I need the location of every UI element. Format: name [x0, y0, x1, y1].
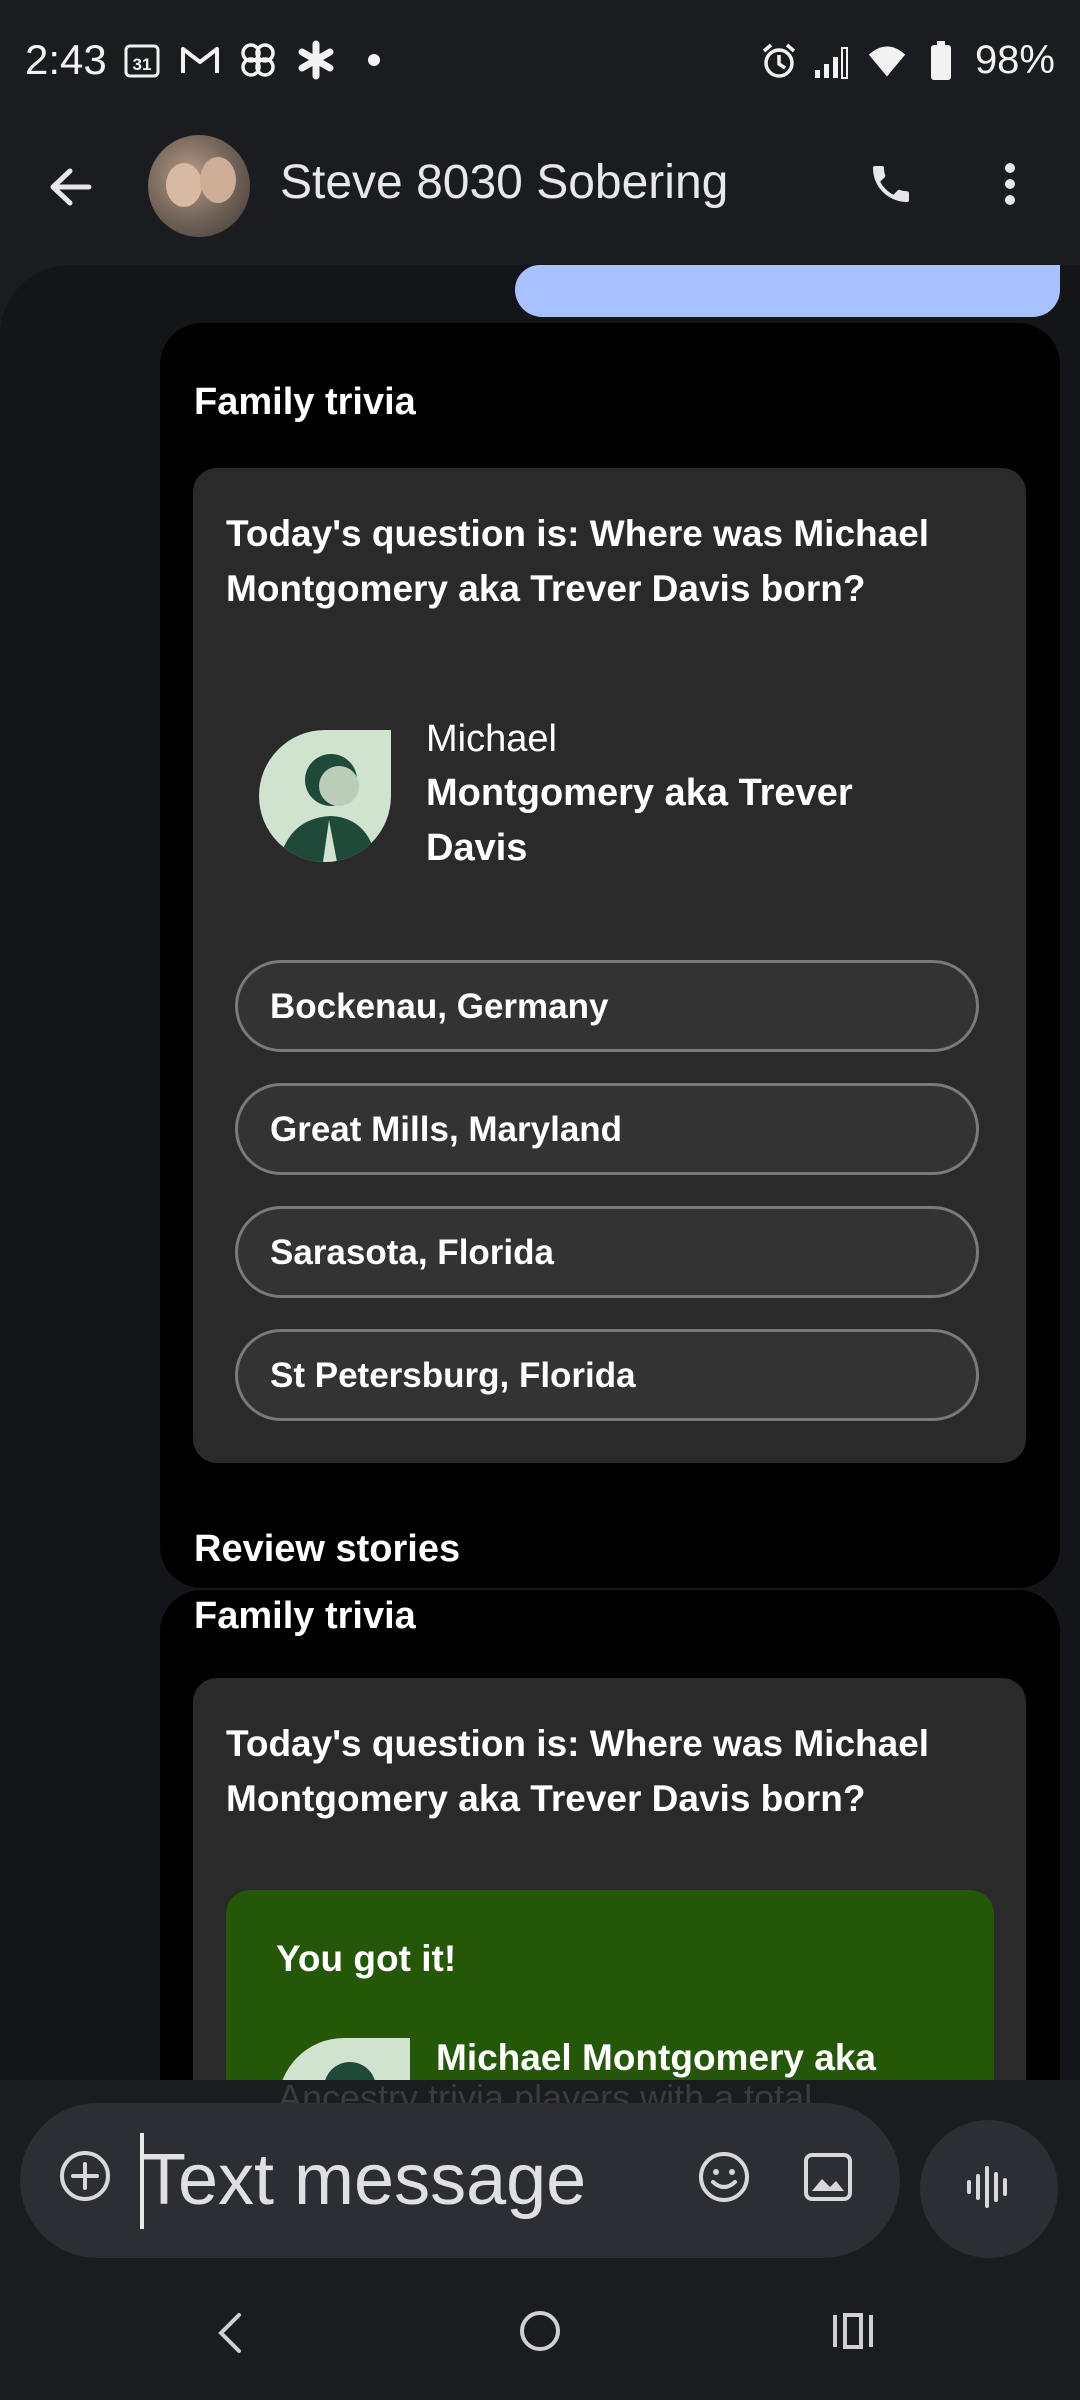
- gallery-icon: [802, 2151, 854, 2208]
- battery-icon: [921, 40, 961, 81]
- phone-icon: [867, 160, 915, 213]
- asterisk-app-icon: [296, 40, 336, 80]
- nav-back-button[interactable]: [200, 2300, 260, 2370]
- person-name-rest: Montgomery aka Trever Davis: [426, 772, 853, 869]
- card-header: Family trivia: [194, 381, 416, 423]
- sent-message-bubble[interactable]: [515, 265, 1060, 317]
- nav-home-button[interactable]: [505, 2298, 575, 2368]
- nav-recents-icon: [831, 2311, 875, 2356]
- question-text: Today's question is: Where was Michael M…: [226, 1723, 930, 1819]
- voice-message-button[interactable]: [920, 2120, 1058, 2258]
- alarm-icon: [759, 41, 799, 81]
- add-icon: [58, 2149, 112, 2208]
- more-vert-icon: [1003, 162, 1017, 211]
- contact-name[interactable]: Steve 8030 Sobering: [280, 155, 728, 210]
- more-options-button[interactable]: [975, 151, 1045, 221]
- back-button[interactable]: [36, 155, 104, 223]
- gallery-button[interactable]: [792, 2143, 864, 2215]
- call-button[interactable]: [856, 151, 926, 221]
- person-avatar-icon: [259, 730, 391, 862]
- emoji-button[interactable]: [688, 2143, 760, 2215]
- review-stories-link[interactable]: Review stories: [194, 1528, 460, 1571]
- notification-dot-icon: [354, 40, 394, 80]
- answer-option-label: Great Mills, Maryland: [270, 1110, 623, 1149]
- battery-percentage: 98%: [974, 38, 1055, 82]
- pinwheel-icon: [238, 40, 278, 80]
- answer-option-label: Sarasota, Florida: [270, 1233, 554, 1272]
- status-icons-left: 31: [122, 40, 394, 80]
- gmail-icon: [180, 40, 220, 80]
- nav-recents-button[interactable]: [818, 2298, 888, 2368]
- calendar-day-text: 31: [133, 55, 152, 74]
- add-attachment-button[interactable]: [50, 2143, 120, 2213]
- contact-avatar[interactable]: [148, 135, 250, 237]
- question-panel: Today's question is: Where was Michael M…: [193, 468, 1026, 1463]
- calendar-icon: 31: [122, 40, 162, 80]
- app-bar: Steve 8030 Sobering: [0, 125, 1080, 250]
- signal-icon: [813, 41, 853, 81]
- back-arrow-icon: [48, 167, 92, 212]
- question-panel: Today's question is: Where was Michael M…: [193, 1678, 1026, 2080]
- trivia-card[interactable]: Family trivia Today's question is: Where…: [160, 323, 1060, 1588]
- result-box: You got it! Michael Montgomery aka Treve…: [226, 1890, 994, 2080]
- wifi-icon: [867, 41, 907, 81]
- answer-option-3[interactable]: Sarasota, Florida: [235, 1206, 979, 1298]
- message-composer: Text message: [20, 2103, 900, 2258]
- trivia-card-answered[interactable]: Family trivia Today's question is: Where…: [160, 1590, 1060, 2080]
- nav-home-icon: [518, 2309, 562, 2358]
- question-text: Today's question is: Where was Michael M…: [226, 513, 930, 609]
- status-icons-right: 98%: [759, 38, 1055, 83]
- person-first-name: Michael: [426, 718, 557, 760]
- navigation-bar: [0, 2280, 1080, 2400]
- status-bar: 2:43 31 98%: [0, 0, 1080, 125]
- answer-option-4[interactable]: St Petersburg, Florida: [235, 1329, 979, 1421]
- emoji-icon: [697, 2150, 751, 2209]
- result-title: You got it!: [276, 1938, 457, 1979]
- answer-option-2[interactable]: Great Mills, Maryland: [235, 1083, 979, 1175]
- status-time: 2:43: [25, 36, 107, 83]
- nav-back-icon: [215, 2311, 245, 2360]
- conversation-area[interactable]: Family trivia Today's question is: Where…: [0, 265, 1080, 2080]
- card-header: Family trivia: [194, 1595, 416, 1637]
- message-input[interactable]: Text message: [142, 2125, 662, 2235]
- answer-option-label: St Petersburg, Florida: [270, 1356, 636, 1395]
- voice-icon: [964, 2162, 1014, 2217]
- answer-option-label: Bockenau, Germany: [270, 987, 609, 1026]
- answer-option-1[interactable]: Bockenau, Germany: [235, 960, 979, 1052]
